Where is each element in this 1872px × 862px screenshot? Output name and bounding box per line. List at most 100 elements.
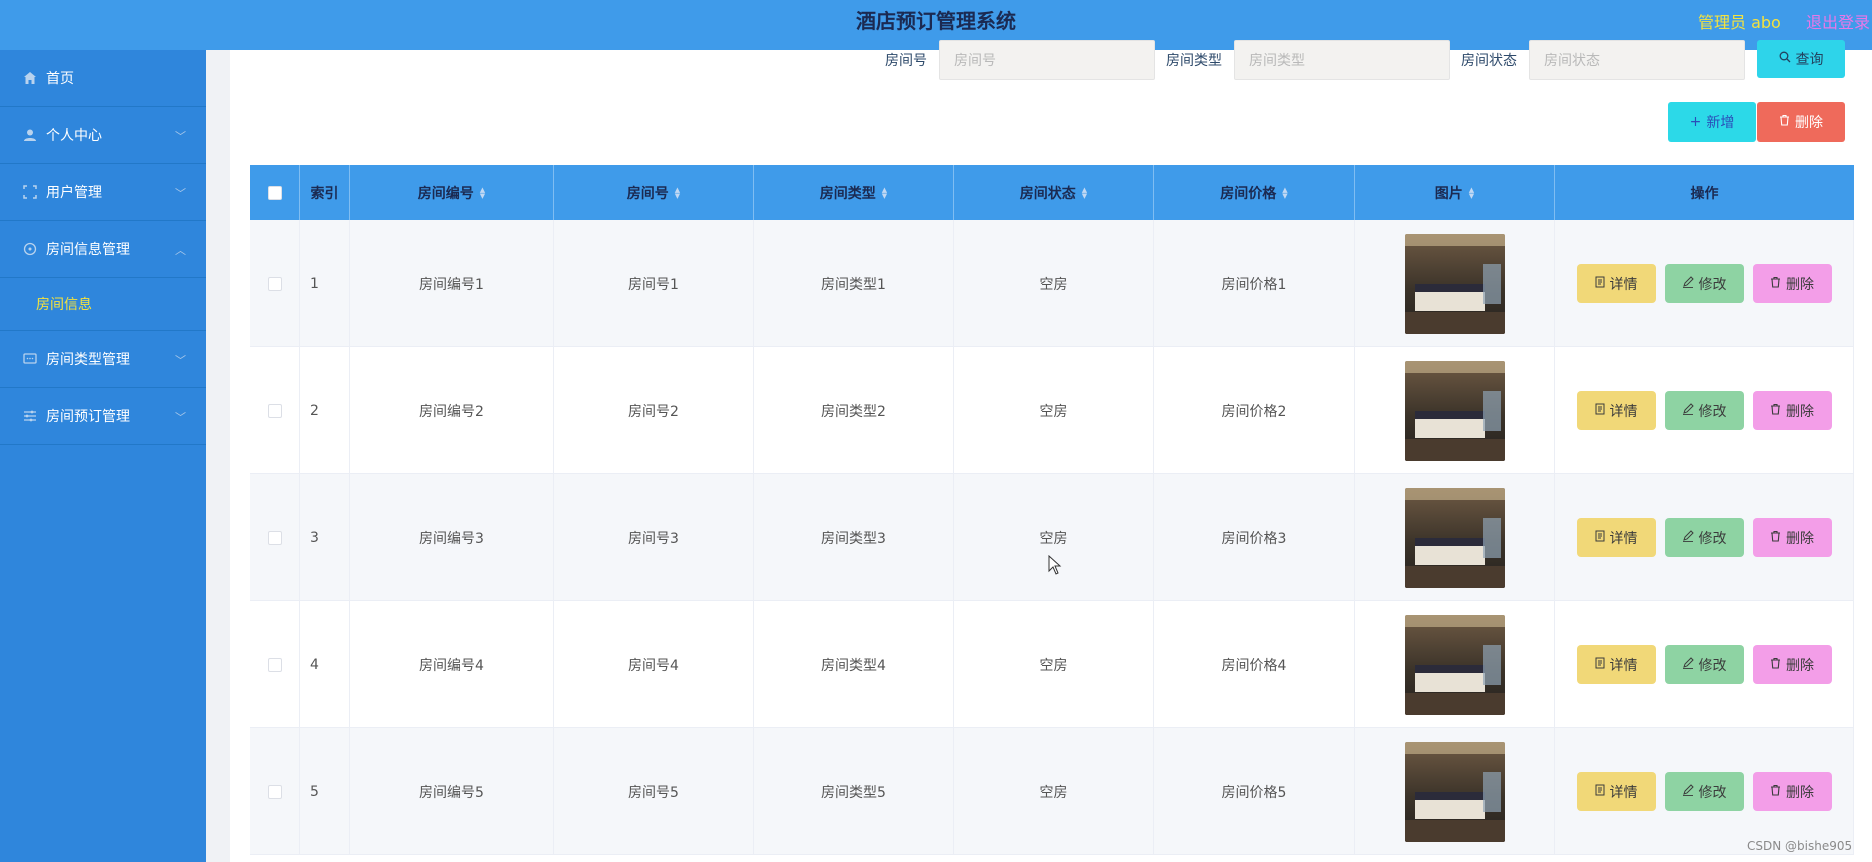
detail-button[interactable]: 详情	[1576, 391, 1656, 430]
sort-icon[interactable]: ▲ ▼	[1469, 186, 1474, 199]
delete-button[interactable]: 删除	[1752, 645, 1832, 684]
room-status-label: 房间状态	[1461, 53, 1517, 69]
edit-button[interactable]: 修改	[1664, 264, 1744, 303]
table-body: 1 房间编号1 房间号1 房间类型1 空房 房间价格1 详情 修改 删除 2 房…	[250, 220, 1854, 855]
sort-icon[interactable]: ▲ ▼	[882, 186, 887, 199]
plus-icon: +	[1689, 114, 1702, 130]
trash-icon	[1770, 784, 1781, 799]
sidebar-subitem-room-info[interactable]: 房间信息	[0, 278, 206, 331]
room-no-input[interactable]: 房间号	[939, 40, 1155, 80]
room-no-cell: 房间号3	[554, 474, 754, 601]
chevron-down-icon: ﹀	[175, 354, 186, 367]
delete-button[interactable]: 删除	[1752, 518, 1832, 557]
detail-button[interactable]: 详情	[1576, 264, 1656, 303]
main-content: 房间号 房间号 房间类型 房间类型 房间状态 房间状态 查询 + 新增 删除 索…	[206, 40, 1872, 862]
row-checkbox[interactable]	[267, 403, 282, 418]
room-code-cell: 房间编号3	[350, 474, 554, 601]
col-room-no[interactable]: 房间号 ▲ ▼	[554, 165, 754, 220]
edit-label: 修改	[1698, 403, 1727, 420]
sidebar-item-users[interactable]: 用户管理 ﹀	[0, 164, 206, 221]
watermark: CSDN @bishe905	[1747, 839, 1853, 853]
room-type-cell: 房间类型5	[754, 728, 954, 855]
sort-icon[interactable]: ▲ ▼	[1082, 186, 1087, 199]
room-price-cell: 房间价格3	[1154, 474, 1355, 601]
batch-delete-button[interactable]: 删除	[1757, 102, 1845, 142]
sidebar-item-room-info[interactable]: 房间信息管理 ︿	[0, 221, 206, 278]
pencil-icon	[1682, 657, 1694, 672]
detail-button[interactable]: 详情	[1576, 645, 1656, 684]
sidebar-item-room-type[interactable]: 房间类型管理 ﹀	[0, 331, 206, 388]
row-checkbox[interactable]	[267, 784, 282, 799]
delete-button[interactable]: 删除	[1752, 264, 1832, 303]
room-photo[interactable]	[1404, 614, 1505, 715]
detail-button[interactable]: 详情	[1576, 518, 1656, 557]
room-price-cell: 房间价格5	[1154, 728, 1355, 855]
add-button-label: 新增	[1706, 115, 1735, 131]
row-select-cell	[250, 474, 300, 601]
room-photo[interactable]	[1404, 360, 1505, 461]
sidebar-item-profile[interactable]: 个人中心 ﹀	[0, 107, 206, 164]
content-panel: 房间号 房间号 房间类型 房间类型 房间状态 房间状态 查询 + 新增 删除 索…	[230, 40, 1872, 862]
detail-button[interactable]: 详情	[1576, 772, 1656, 811]
room-status-cell: 空房	[954, 728, 1154, 855]
search-bar: 房间号 房间号 房间类型 房间类型 房间状态 房间状态 查询	[230, 40, 1872, 80]
delete-button[interactable]: 删除	[1752, 772, 1832, 811]
room-status-input[interactable]: 房间状态	[1529, 40, 1745, 80]
actions-cell: 详情 修改 删除	[1555, 728, 1854, 855]
add-button[interactable]: + 新增	[1668, 102, 1756, 142]
room-photo[interactable]	[1404, 487, 1505, 588]
photo-floor	[1404, 819, 1505, 842]
col-actions-label: 操作	[1690, 185, 1719, 202]
logout-link[interactable]: 退出登录	[1806, 9, 1870, 33]
room-photo[interactable]	[1404, 233, 1505, 334]
delete-label: 删除	[1786, 784, 1814, 801]
edit-button[interactable]: 修改	[1664, 645, 1744, 684]
room-type-cell: 房间类型3	[754, 474, 954, 601]
row-checkbox[interactable]	[267, 276, 282, 291]
col-room-code[interactable]: 房间编号 ▲ ▼	[350, 165, 554, 220]
col-room-code-label: 房间编号	[417, 185, 474, 202]
table-row: 5 房间编号5 房间号5 房间类型5 空房 房间价格5 详情 修改 删除	[250, 728, 1854, 855]
col-image[interactable]: 图片 ▲ ▼	[1355, 165, 1555, 220]
photo-bed	[1414, 669, 1485, 692]
edit-button[interactable]: 修改	[1664, 772, 1744, 811]
search-icon	[1779, 51, 1791, 67]
select-all-checkbox[interactable]	[267, 185, 282, 200]
sort-icon[interactable]: ▲ ▼	[675, 186, 680, 199]
room-status-cell: 空房	[954, 347, 1154, 474]
query-button[interactable]: 查询	[1757, 40, 1845, 78]
col-room-status[interactable]: 房间状态 ▲ ▼	[954, 165, 1154, 220]
edit-button[interactable]: 修改	[1664, 391, 1744, 430]
photo-headboard	[1414, 791, 1485, 800]
photo-ceiling-light	[1404, 614, 1505, 627]
chevron-down-icon: ﹀	[175, 130, 186, 143]
sort-icon[interactable]: ▲ ▼	[1282, 186, 1287, 199]
row-index: 4	[300, 601, 350, 728]
pencil-icon	[1682, 403, 1694, 418]
col-image-label: 图片	[1434, 185, 1463, 202]
room-code-cell: 房间编号4	[350, 601, 554, 728]
sort-icon[interactable]: ▲ ▼	[480, 186, 485, 199]
trash-icon	[1770, 530, 1781, 545]
sidebar-item-booking[interactable]: 房间预订管理 ﹀	[0, 388, 206, 445]
document-icon	[1595, 403, 1605, 418]
sidebar-item-home[interactable]: 首页	[0, 50, 206, 107]
room-type-cell: 房间类型4	[754, 601, 954, 728]
col-index: 索引	[300, 165, 350, 220]
row-select-cell	[250, 220, 300, 347]
col-room-status-label: 房间状态	[1019, 185, 1076, 202]
row-checkbox[interactable]	[267, 657, 282, 672]
room-type-input[interactable]: 房间类型	[1234, 40, 1450, 80]
edit-button[interactable]: 修改	[1664, 518, 1744, 557]
delete-button[interactable]: 删除	[1752, 391, 1832, 430]
row-checkbox[interactable]	[267, 530, 282, 545]
room-photo[interactable]	[1404, 741, 1505, 842]
image-cell	[1355, 220, 1555, 347]
col-room-price[interactable]: 房间价格 ▲ ▼	[1154, 165, 1355, 220]
row-select-cell	[250, 347, 300, 474]
delete-label: 删除	[1786, 530, 1814, 547]
detail-label: 详情	[1609, 784, 1638, 801]
row-index: 2	[300, 347, 350, 474]
photo-window	[1482, 517, 1501, 558]
col-room-type[interactable]: 房间类型 ▲ ▼	[754, 165, 954, 220]
